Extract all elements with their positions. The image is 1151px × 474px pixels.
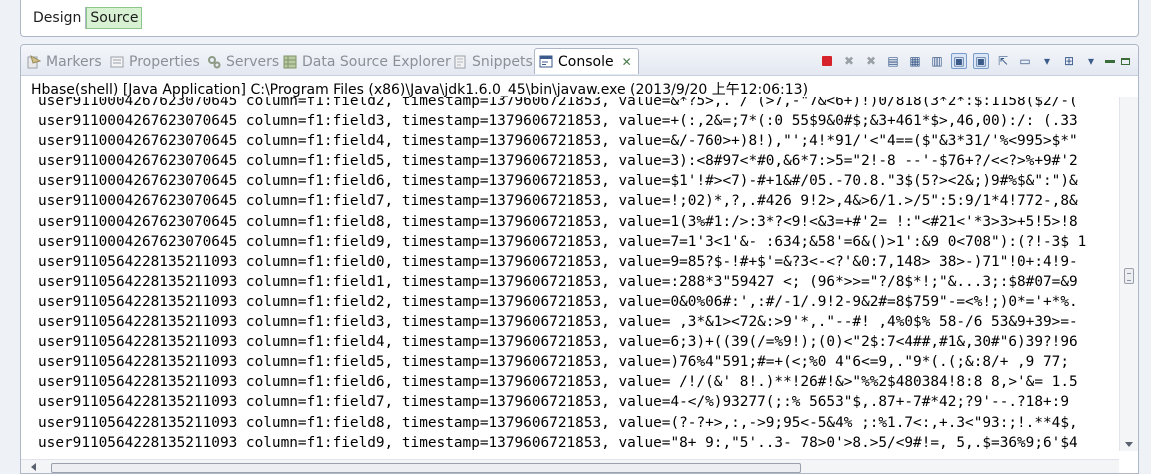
console-line: user9110004267623070645 column=f1:field5… <box>38 153 1078 170</box>
maximize-icon[interactable] <box>1121 57 1130 65</box>
tab-data-source-explorer[interactable]: Data Source Explorer <box>283 51 451 73</box>
snippets-icon <box>454 55 466 69</box>
tab-label: Console <box>558 53 614 70</box>
tab-snippets[interactable]: Snippets <box>453 51 533 73</box>
console-line: user9110004267623070645 column=f1:field8… <box>38 213 1078 230</box>
console-output[interactable]: user9110004267623070645 column=f1:field2… <box>21 97 1119 451</box>
tab-label: Markers <box>46 54 102 70</box>
chevron-down-icon[interactable]: ▾ <box>1039 53 1055 69</box>
scroll-down-arrow-icon[interactable] <box>1125 442 1133 447</box>
design-source-tabs: Design Source <box>29 7 143 29</box>
console-view: Markers Properties Servers Data Source E… <box>20 44 1139 474</box>
remove-all-terminated-icon[interactable]: ✖ <box>863 53 879 69</box>
console-line: user9110004267623070645 column=f1:field4… <box>38 133 1078 150</box>
console-line: user9110564228135211093 column=f1:field8… <box>38 414 1078 431</box>
console-line: user9110564228135211093 column=f1:field6… <box>38 374 1078 391</box>
scrollbar-thumb[interactable] <box>51 463 801 473</box>
terminate-icon[interactable] <box>822 56 832 66</box>
console-line: user9110564228135211093 column=f1:field5… <box>38 354 1070 371</box>
console-icon <box>539 55 553 67</box>
tab-design[interactable]: Design <box>29 7 85 29</box>
console-line: user9110004267623070645 column=f1:field2… <box>38 97 1078 109</box>
tab-console[interactable]: Console ✕ <box>534 48 639 74</box>
tab-servers[interactable]: Servers <box>207 51 279 73</box>
scrollbar-thumb[interactable] <box>1124 268 1134 284</box>
tab-properties[interactable]: Properties <box>110 51 200 73</box>
console-line: user9110004267623070645 column=f1:field3… <box>38 113 1078 130</box>
console-line: user9110564228135211093 column=f1:field1… <box>38 273 1078 290</box>
word-wrap-icon[interactable]: ▥ <box>929 53 945 69</box>
console-line: user9110564228135211093 column=f1:field0… <box>38 253 1078 270</box>
horizontal-scrollbar[interactable] <box>21 459 1119 473</box>
console-toolbar: ✖ ✖ ▤ ▦ ▥ ▣ ▣ ⇱ ▭ ▾ ⊞ ▾ <box>819 52 1130 70</box>
data-source-explorer-icon <box>283 55 297 69</box>
properties-icon <box>110 56 124 68</box>
markers-icon <box>27 55 41 69</box>
view-tab-bar: Markers Properties Servers Data Source E… <box>21 45 1138 76</box>
display-console-icon[interactable]: ▭ <box>1017 53 1033 69</box>
clear-console-icon[interactable]: ▤ <box>885 53 901 69</box>
scroll-lock-icon[interactable]: ▦ <box>907 53 923 69</box>
tab-markers[interactable]: Markers <box>27 51 102 73</box>
open-console-icon[interactable]: ⊞ <box>1061 53 1077 69</box>
chevron-down-icon[interactable]: ▾ <box>1083 53 1099 69</box>
editor-area <box>20 0 1139 37</box>
console-line: user9110004267623070645 column=f1:field6… <box>38 173 1078 190</box>
console-line: user9110564228135211093 column=f1:field4… <box>38 334 1078 351</box>
pin-console-icon[interactable]: ⇱ <box>995 53 1011 69</box>
close-icon[interactable]: ✕ <box>622 55 632 69</box>
vertical-scrollbar[interactable] <box>1119 97 1138 451</box>
console-line: user9110004267623070645 column=f1:field9… <box>38 233 1087 250</box>
minimize-icon[interactable] <box>1105 59 1115 63</box>
tab-label: Snippets <box>472 54 533 70</box>
console-launch-title: Hbase(shell) [Java Application] C:\Progr… <box>31 82 809 98</box>
console-line: user9110564228135211093 column=f1:field2… <box>38 293 1078 310</box>
scroll-left-arrow-icon[interactable] <box>31 463 36 471</box>
tab-label: Data Source Explorer <box>302 54 451 70</box>
console-line: user9110564228135211093 column=f1:field9… <box>38 434 1078 451</box>
tab-label: Servers <box>226 54 280 70</box>
remove-launch-icon[interactable]: ✖ <box>841 53 857 69</box>
console-line: user9110004267623070645 column=f1:field7… <box>38 193 1078 210</box>
servers-icon <box>208 56 221 69</box>
console-line: user9110564228135211093 column=f1:field7… <box>38 394 1070 411</box>
show-on-stderr-icon[interactable]: ▣ <box>973 53 989 69</box>
tab-source[interactable]: Source <box>86 7 143 29</box>
show-on-stdout-icon[interactable]: ▣ <box>951 53 967 69</box>
console-line: user9110564228135211093 column=f1:field3… <box>38 314 1078 331</box>
console-lines: user9110004267623070645 column=f1:field2… <box>38 97 1086 451</box>
tab-label: Properties <box>129 54 200 70</box>
